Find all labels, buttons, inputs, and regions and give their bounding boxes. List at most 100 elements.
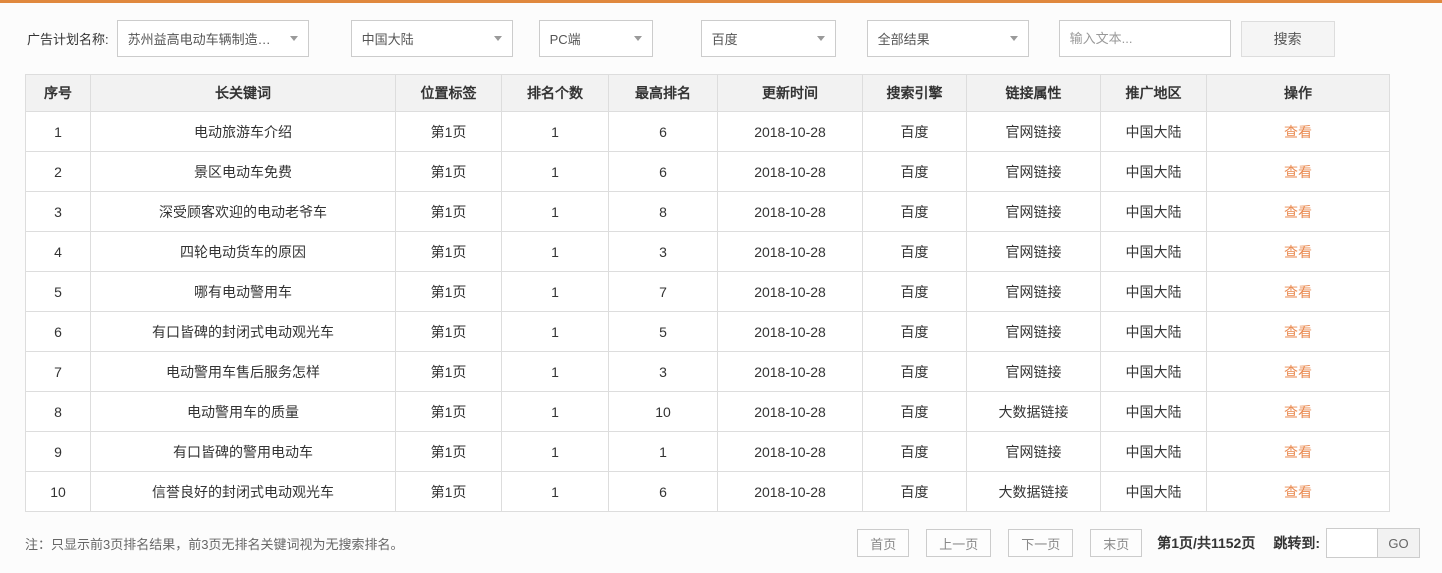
cell-region: 中国大陆 xyxy=(1100,391,1207,432)
cell-page: 第1页 xyxy=(395,271,502,312)
search-button[interactable]: 搜索 xyxy=(1240,20,1335,57)
jump-to-label: 跳转到: xyxy=(1273,535,1320,551)
keyword-search-input[interactable] xyxy=(1058,20,1231,57)
cell-best: 8 xyxy=(608,191,718,232)
cell-best: 6 xyxy=(608,111,718,152)
last-page-button[interactable]: 末页 xyxy=(1090,529,1143,557)
col-header-keyword: 长关键词 xyxy=(90,74,396,112)
view-link[interactable]: 查看 xyxy=(1284,324,1312,340)
cell-count: 1 xyxy=(501,311,609,352)
jump-page-input[interactable] xyxy=(1326,528,1378,558)
col-header-page: 位置标签 xyxy=(395,74,502,112)
view-link[interactable]: 查看 xyxy=(1284,364,1312,380)
engine-select-value: 百度 xyxy=(711,32,738,47)
device-select[interactable]: PC端 xyxy=(538,20,653,57)
col-header-engine: 搜索引擎 xyxy=(862,74,967,112)
result-filter-select-value: 全部结果 xyxy=(877,32,930,47)
region-select[interactable]: 中国大陆 xyxy=(350,20,513,57)
cell-best: 7 xyxy=(608,271,718,312)
cell-index: 5 xyxy=(25,271,91,312)
cell-count: 1 xyxy=(501,351,609,392)
prev-page-button[interactable]: 上一页 xyxy=(926,529,992,557)
engine-select[interactable]: 百度 xyxy=(700,20,836,57)
cell-keyword: 哪有电动警用车 xyxy=(90,271,396,312)
ad-plan-name-label: 广告计划名称: xyxy=(27,32,109,47)
cell-engine: 百度 xyxy=(862,471,967,512)
chevron-down-icon xyxy=(633,36,642,41)
cell-action: 查看 xyxy=(1206,231,1390,272)
pagination: 首页 上一页 下一页 末页 第1页/共1152页 跳转到: GO xyxy=(840,528,1420,558)
cell-action: 查看 xyxy=(1206,191,1390,232)
cell-link: 官网链接 xyxy=(966,151,1101,192)
cell-count: 1 xyxy=(501,391,609,432)
table-row: 10 信誉良好的封闭式电动观光车 第1页 1 6 2018-10-28 百度 大… xyxy=(25,471,1390,512)
cell-index: 2 xyxy=(25,151,91,192)
cell-page: 第1页 xyxy=(395,351,502,392)
cell-engine: 百度 xyxy=(862,431,967,472)
cell-keyword: 深受顾客欢迎的电动老爷车 xyxy=(90,191,396,232)
cell-count: 1 xyxy=(501,271,609,312)
cell-page: 第1页 xyxy=(395,151,502,192)
cell-index: 3 xyxy=(25,191,91,232)
footer-note: 注：只显示前3页排名结果，前3页无排名关键词视为无搜索排名。 xyxy=(25,536,404,552)
cell-count: 1 xyxy=(501,191,609,232)
col-header-link: 链接属性 xyxy=(966,74,1101,112)
cell-date: 2018-10-28 xyxy=(717,311,863,352)
cell-index: 1 xyxy=(25,111,91,152)
cell-region: 中国大陆 xyxy=(1100,471,1207,512)
view-link[interactable]: 查看 xyxy=(1284,204,1312,220)
cell-keyword: 电动警用车的质量 xyxy=(90,391,396,432)
page-top-accent xyxy=(0,0,1442,3)
cell-keyword: 有口皆碑的警用电动车 xyxy=(90,431,396,472)
cell-date: 2018-10-28 xyxy=(717,111,863,152)
cell-keyword: 电动旅游车介绍 xyxy=(90,111,396,152)
cell-action: 查看 xyxy=(1206,151,1390,192)
cell-index: 7 xyxy=(25,351,91,392)
cell-index: 8 xyxy=(25,391,91,432)
cell-date: 2018-10-28 xyxy=(717,431,863,472)
view-link[interactable]: 查看 xyxy=(1284,484,1312,500)
cell-region: 中国大陆 xyxy=(1100,191,1207,232)
cell-action: 查看 xyxy=(1206,391,1390,432)
cell-index: 10 xyxy=(25,471,91,512)
cell-keyword: 信誉良好的封闭式电动观光车 xyxy=(90,471,396,512)
first-page-button[interactable]: 首页 xyxy=(857,529,910,557)
cell-link: 官网链接 xyxy=(966,351,1101,392)
cell-action: 查看 xyxy=(1206,311,1390,352)
cell-count: 1 xyxy=(501,431,609,472)
cell-region: 中国大陆 xyxy=(1100,311,1207,352)
ad-plan-select[interactable]: 苏州益高电动车辆制造有限公... xyxy=(116,20,309,57)
chevron-down-icon xyxy=(493,36,502,41)
col-header-action: 操作 xyxy=(1206,74,1390,112)
cell-index: 6 xyxy=(25,311,91,352)
cell-link: 官网链接 xyxy=(966,111,1101,152)
device-select-value: PC端 xyxy=(549,32,581,47)
go-button[interactable]: GO xyxy=(1378,528,1420,558)
table-row: 5 哪有电动警用车 第1页 1 7 2018-10-28 百度 官网链接 中国大… xyxy=(25,271,1390,312)
cell-page: 第1页 xyxy=(395,191,502,232)
view-link[interactable]: 查看 xyxy=(1284,164,1312,180)
view-link[interactable]: 查看 xyxy=(1284,444,1312,460)
cell-date: 2018-10-28 xyxy=(717,151,863,192)
table-row: 4 四轮电动货车的原因 第1页 1 3 2018-10-28 百度 官网链接 中… xyxy=(25,231,1390,272)
cell-best: 5 xyxy=(608,311,718,352)
cell-region: 中国大陆 xyxy=(1100,151,1207,192)
view-link[interactable]: 查看 xyxy=(1284,124,1312,140)
cell-date: 2018-10-28 xyxy=(717,471,863,512)
view-link[interactable]: 查看 xyxy=(1284,284,1312,300)
cell-action: 查看 xyxy=(1206,431,1390,472)
table-row: 9 有口皆碑的警用电动车 第1页 1 1 2018-10-28 百度 官网链接 … xyxy=(25,431,1390,472)
table-row: 3 深受顾客欢迎的电动老爷车 第1页 1 8 2018-10-28 百度 官网链… xyxy=(25,191,1390,232)
cell-date: 2018-10-28 xyxy=(717,391,863,432)
cell-link: 官网链接 xyxy=(966,311,1101,352)
cell-action: 查看 xyxy=(1206,111,1390,152)
view-link[interactable]: 查看 xyxy=(1284,244,1312,260)
keyword-ranking-table: 序号 长关键词 位置标签 排名个数 最高排名 更新时间 搜索引擎 链接属性 推广… xyxy=(25,74,1390,512)
next-page-button[interactable]: 下一页 xyxy=(1008,529,1074,557)
view-link[interactable]: 查看 xyxy=(1284,404,1312,420)
table-row: 2 景区电动车免费 第1页 1 6 2018-10-28 百度 官网链接 中国大… xyxy=(25,151,1390,192)
cell-date: 2018-10-28 xyxy=(717,191,863,232)
table-row: 1 电动旅游车介绍 第1页 1 6 2018-10-28 百度 官网链接 中国大… xyxy=(25,111,1390,152)
result-filter-select[interactable]: 全部结果 xyxy=(866,20,1029,57)
cell-keyword: 景区电动车免费 xyxy=(90,151,396,192)
